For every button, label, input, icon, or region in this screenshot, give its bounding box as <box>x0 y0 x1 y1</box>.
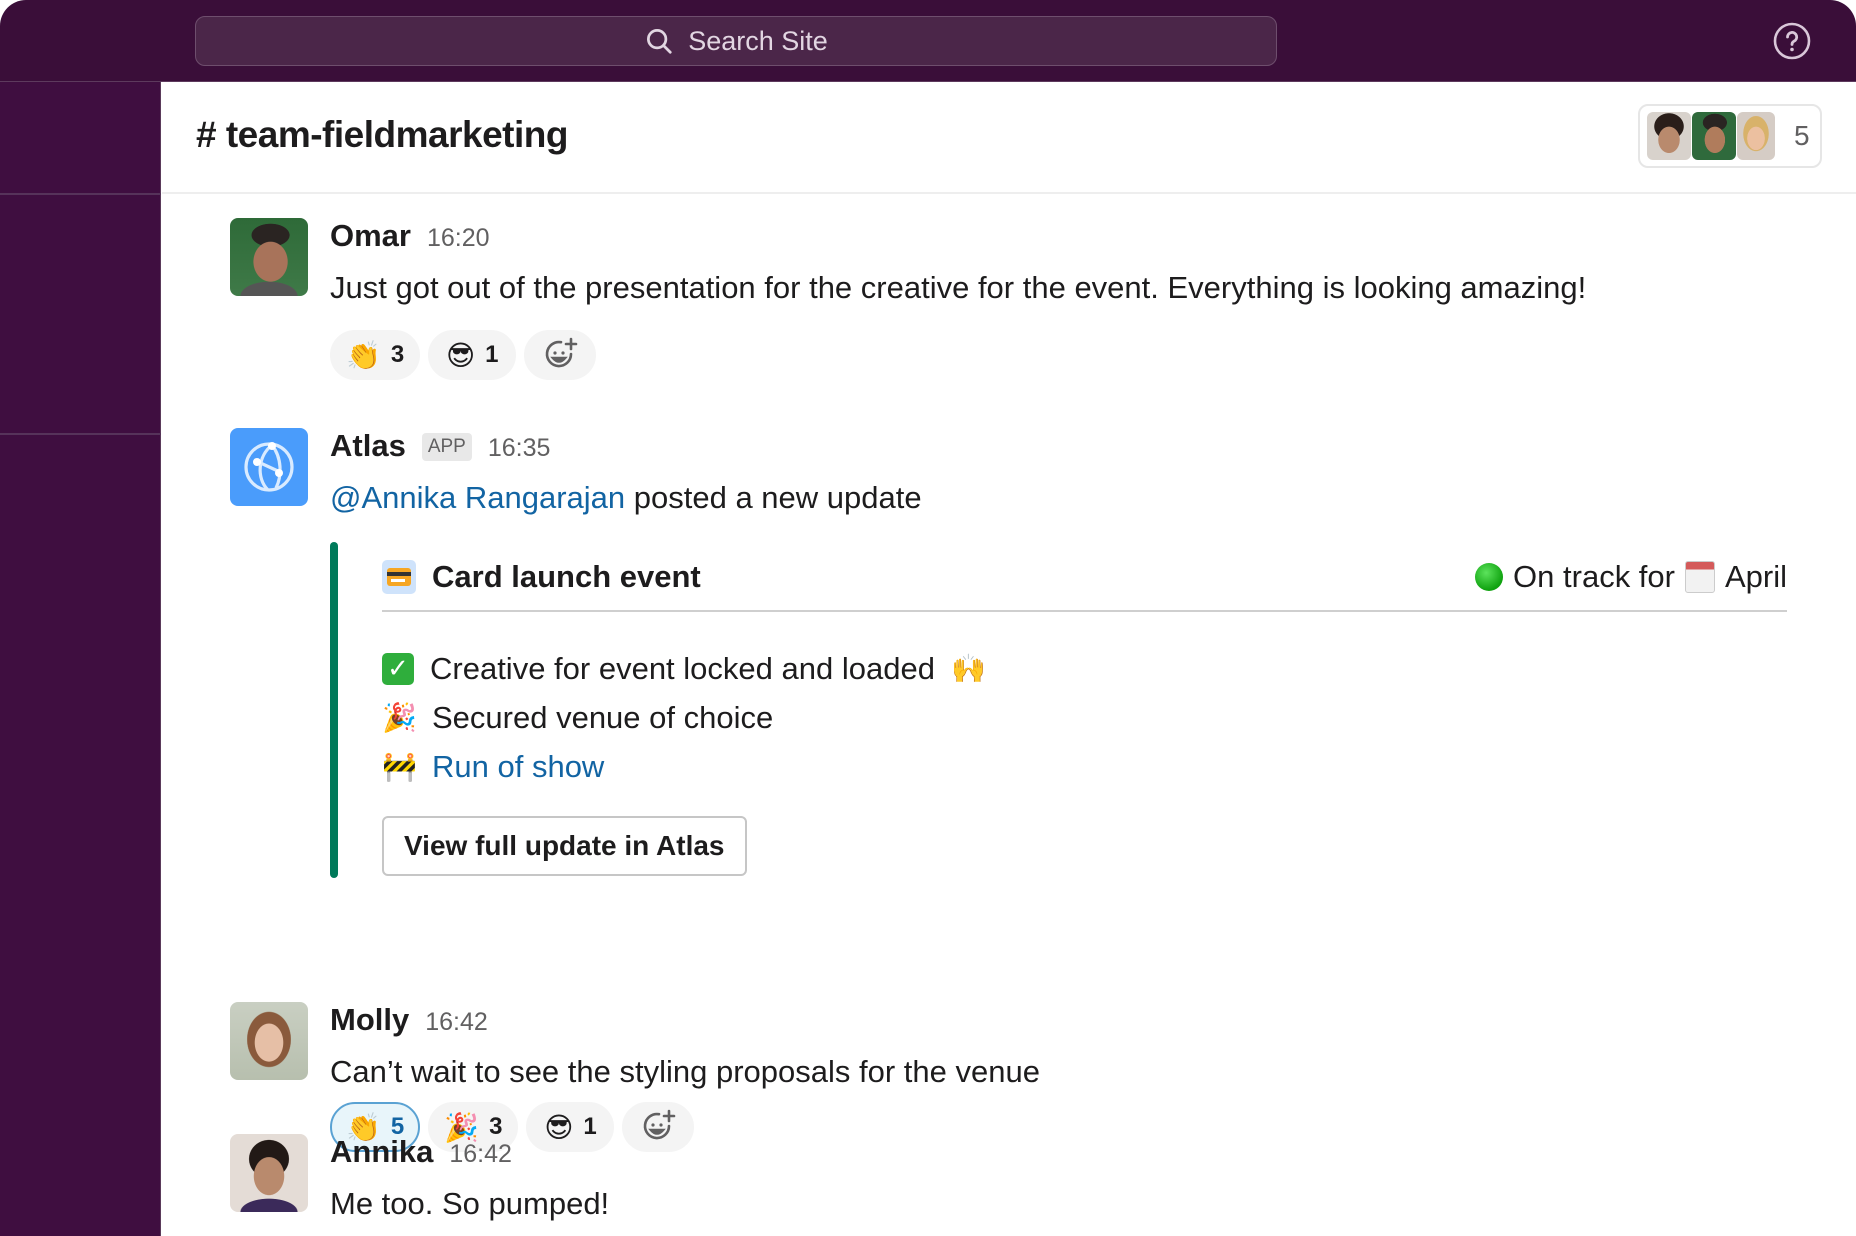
timestamp[interactable]: 16:42 <box>449 1140 512 1169</box>
message-text: @Annika Rangarajan posted a new update <box>330 478 1830 518</box>
attachment-color-bar <box>330 542 338 878</box>
update-item: ✓ Creative for event locked and loaded 🙌 <box>382 644 986 693</box>
top-bar: Search Site <box>0 0 1856 82</box>
app-badge: APP <box>421 433 472 461</box>
avatar[interactable] <box>230 1134 308 1212</box>
green-circle-icon <box>1475 563 1504 591</box>
reaction-count: 3 <box>390 341 405 368</box>
member-list-button[interactable]: 5 <box>1638 104 1822 168</box>
credit-card-icon <box>382 560 416 594</box>
calendar-icon <box>1684 561 1715 593</box>
sender-name[interactable]: Atlas <box>330 428 406 464</box>
update-item-text: Creative for event locked and loaded <box>430 650 935 686</box>
channel-header: # team-fieldmarketing 5 <box>162 82 1856 194</box>
sunglasses-icon: 😎 <box>445 338 476 372</box>
add-reaction-button[interactable] <box>524 330 597 380</box>
update-item: 🎉 Secured venue of choice <box>382 693 985 742</box>
sender-name[interactable]: Omar <box>330 218 411 254</box>
search-icon <box>647 29 672 54</box>
update-item-text: Secured venue of choice <box>432 699 774 735</box>
help-circle-icon[interactable] <box>1773 22 1811 60</box>
avatar <box>1647 112 1691 160</box>
message-text-rest: posted a new update <box>625 480 922 515</box>
reaction-sunglasses[interactable]: 😎 1 <box>428 330 517 380</box>
add-reaction-icon <box>546 337 578 368</box>
avatar[interactable] <box>230 1002 308 1080</box>
party-popper-icon: 🎉 <box>382 701 417 734</box>
sidebar <box>0 82 161 1236</box>
sidebar-divider <box>0 193 161 195</box>
avatar <box>1737 112 1775 160</box>
avatar <box>1692 112 1736 160</box>
divider <box>382 610 1787 612</box>
search-input[interactable]: Search Site <box>195 16 1277 66</box>
search-placeholder: Search Site <box>688 25 828 56</box>
run-of-show-link[interactable]: Run of show <box>432 749 604 785</box>
avatar[interactable] <box>230 218 308 296</box>
app-window: Search Site # team-fieldmarketing 5 Omar… <box>0 0 1856 1236</box>
check-mark-icon: ✓ <box>382 652 414 685</box>
reaction-clap[interactable]: 👏 3 <box>330 330 421 380</box>
message-text: Can’t wait to see the styling proposals … <box>330 1054 1040 1089</box>
message-list: Omar 16:20 Just got out of the presentat… <box>162 196 1856 1236</box>
reaction-count: 1 <box>485 341 499 368</box>
sidebar-divider <box>0 433 161 435</box>
reactions: 👏 3 😎 1 <box>330 330 1830 380</box>
status-indicator: On track for April <box>1475 559 1787 595</box>
timestamp[interactable]: 16:20 <box>427 224 490 253</box>
raised-hands-icon: 🙌 <box>950 652 986 685</box>
user-mention-link[interactable]: @Annika Rangarajan <box>330 480 625 515</box>
update-attachment: Card launch event On track for April ✓ C… <box>330 542 1800 878</box>
message-text: Me too. So pumped! <box>330 1186 610 1221</box>
sender-name[interactable]: Molly <box>330 1002 409 1038</box>
construction-icon: 🚧 <box>382 750 417 783</box>
message-text: Just got out of the presentation for the… <box>330 270 1587 305</box>
update-item: 🚧 Run of show <box>382 742 985 791</box>
status-text: On track for <box>1513 559 1675 594</box>
member-count: 5 <box>1794 120 1810 151</box>
channel-title[interactable]: # team-fieldmarketing <box>196 114 568 156</box>
timestamp[interactable]: 16:42 <box>425 1008 488 1037</box>
atlas-app-icon[interactable] <box>230 428 308 506</box>
attachment-title: Card launch event <box>432 559 701 594</box>
status-month: April <box>1724 559 1787 594</box>
timestamp[interactable]: 16:35 <box>488 434 551 463</box>
view-full-update-button[interactable]: View full update in Atlas <box>382 816 747 876</box>
clap-icon: 👏 <box>346 338 381 372</box>
sender-name[interactable]: Annika <box>330 1134 433 1170</box>
